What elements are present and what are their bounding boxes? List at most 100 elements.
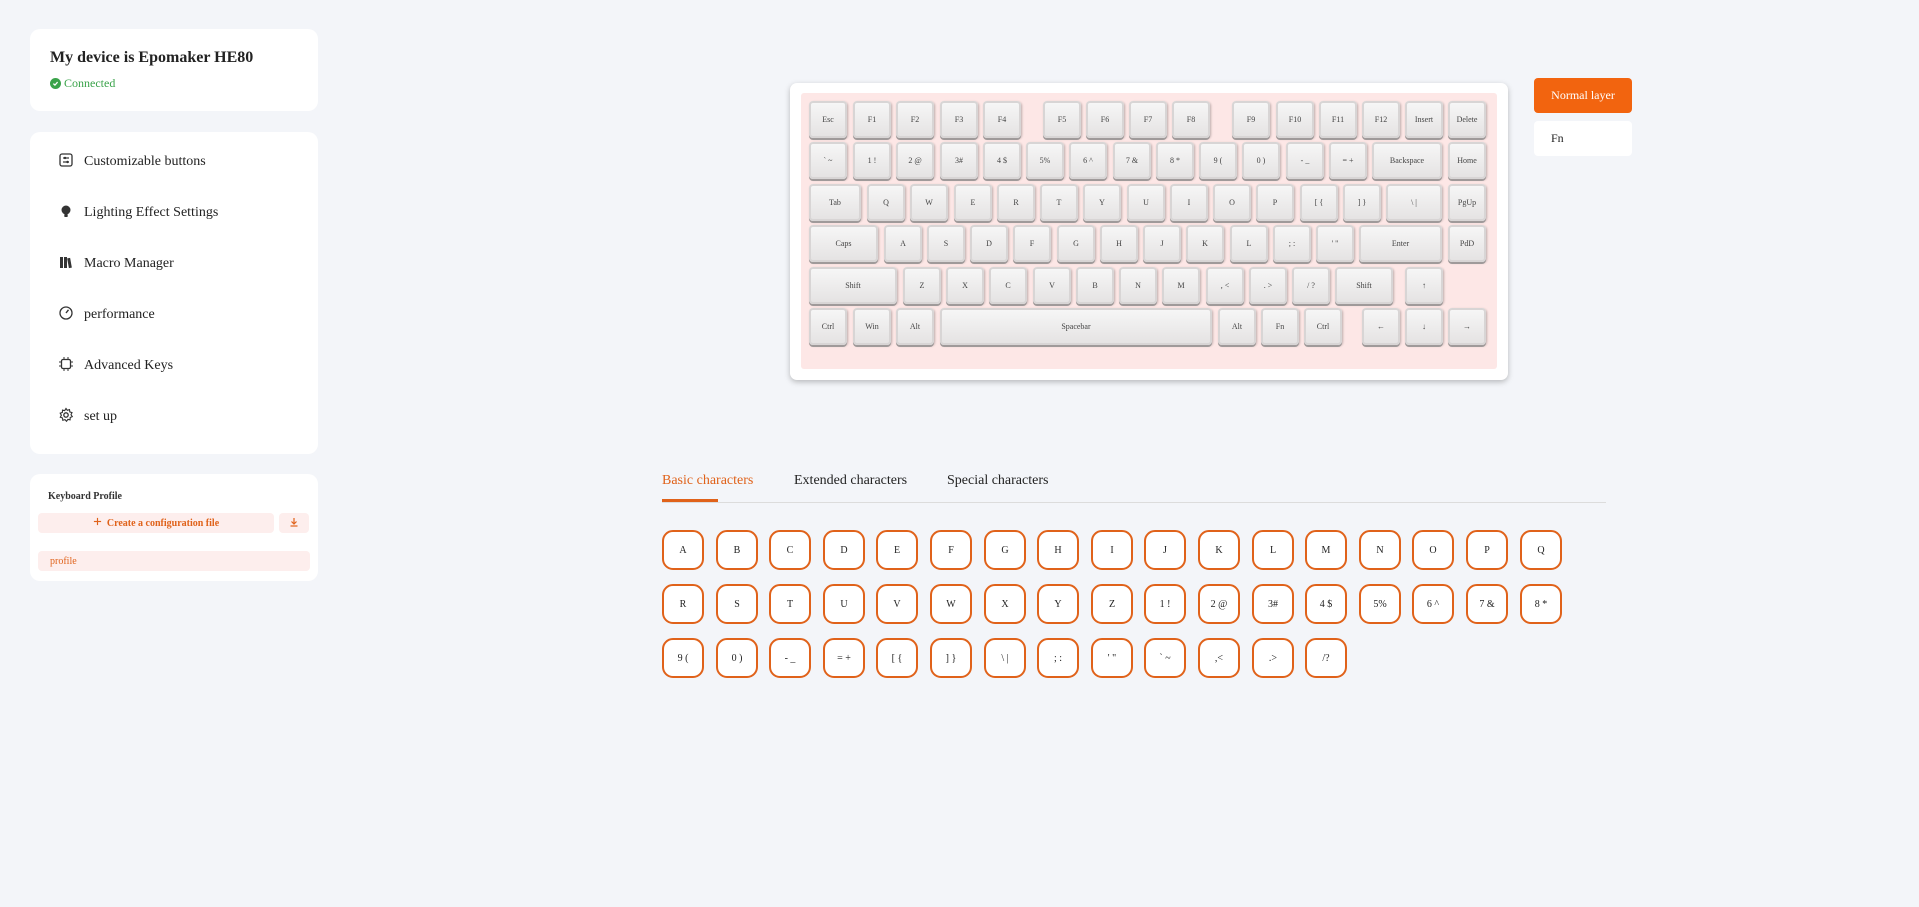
key-f6[interactable]: F6 <box>1086 101 1124 138</box>
key-t[interactable]: T <box>1040 184 1078 221</box>
key-k[interactable]: K <box>1186 225 1224 262</box>
tab-extended-characters[interactable]: Extended characters <box>794 473 907 489</box>
key-f[interactable]: F <box>1013 225 1051 262</box>
key-spacebar[interactable]: Spacebar <box>940 308 1212 345</box>
character-key[interactable]: B <box>716 530 758 570</box>
key-ctrl[interactable]: Ctrl <box>809 308 847 345</box>
key-pdd[interactable]: PdD <box>1448 225 1486 262</box>
key-z[interactable]: Z <box>903 267 941 304</box>
character-key[interactable]: - _ <box>769 638 811 678</box>
key-2[interactable]: 2 @ <box>896 142 934 179</box>
key-[interactable]: → <box>1448 308 1486 345</box>
key-p[interactable]: P <box>1256 184 1294 221</box>
key-1[interactable]: 1 ! <box>853 142 891 179</box>
key-a[interactable]: A <box>884 225 922 262</box>
key-s[interactable]: S <box>927 225 965 262</box>
key-m[interactable]: M <box>1162 267 1200 304</box>
character-key[interactable]: ; : <box>1037 638 1079 678</box>
character-key[interactable]: D <box>823 530 865 570</box>
key-[interactable]: ← <box>1362 308 1400 345</box>
key-insert[interactable]: Insert <box>1405 101 1443 138</box>
character-key[interactable]: 3# <box>1252 584 1294 624</box>
key-alt[interactable]: Alt <box>1218 308 1256 345</box>
key-shift[interactable]: Shift <box>1335 267 1393 304</box>
key-j[interactable]: J <box>1143 225 1181 262</box>
key-[interactable]: = + <box>1329 142 1367 179</box>
key-[interactable]: \ | <box>1386 184 1442 221</box>
key-tab[interactable]: Tab <box>809 184 861 221</box>
character-key[interactable]: M <box>1305 530 1347 570</box>
key-x[interactable]: X <box>946 267 984 304</box>
character-key[interactable]: V <box>876 584 918 624</box>
key-n[interactable]: N <box>1119 267 1157 304</box>
tab-basic-characters[interactable]: Basic characters <box>662 473 753 489</box>
character-key[interactable]: N <box>1359 530 1401 570</box>
key-f8[interactable]: F8 <box>1172 101 1210 138</box>
character-key[interactable]: I <box>1091 530 1133 570</box>
key-win[interactable]: Win <box>853 308 891 345</box>
character-key[interactable]: 6 ^ <box>1412 584 1454 624</box>
key-q[interactable]: Q <box>867 184 905 221</box>
character-key[interactable]: X <box>984 584 1026 624</box>
key-y[interactable]: Y <box>1083 184 1121 221</box>
key-v[interactable]: V <box>1033 267 1071 304</box>
key-f7[interactable]: F7 <box>1129 101 1167 138</box>
key-[interactable]: ' " <box>1316 225 1354 262</box>
key-[interactable]: . > <box>1249 267 1287 304</box>
character-key[interactable]: 2 @ <box>1198 584 1240 624</box>
character-key[interactable]: U <box>823 584 865 624</box>
character-key[interactable]: 0 ) <box>716 638 758 678</box>
normal-layer-button[interactable]: Normal layer <box>1534 78 1632 113</box>
character-key[interactable]: 5% <box>1359 584 1401 624</box>
key-[interactable]: / ? <box>1292 267 1330 304</box>
key-b[interactable]: B <box>1076 267 1114 304</box>
character-key[interactable]: G <box>984 530 1026 570</box>
sidebar-item-performance[interactable]: performance <box>58 300 308 330</box>
character-key[interactable]: Q <box>1520 530 1562 570</box>
key-4[interactable]: 4 $ <box>983 142 1021 179</box>
key-9[interactable]: 9 ( <box>1199 142 1237 179</box>
key-[interactable]: ↓ <box>1405 308 1443 345</box>
key-8[interactable]: 8 * <box>1156 142 1194 179</box>
character-key[interactable]: K <box>1198 530 1240 570</box>
key-delete[interactable]: Delete <box>1448 101 1486 138</box>
key-r[interactable]: R <box>997 184 1035 221</box>
key-f10[interactable]: F10 <box>1276 101 1314 138</box>
character-key[interactable]: Z <box>1091 584 1133 624</box>
key-u[interactable]: U <box>1127 184 1165 221</box>
character-key[interactable]: = + <box>823 638 865 678</box>
character-key[interactable]: .> <box>1252 638 1294 678</box>
key-d[interactable]: D <box>970 225 1008 262</box>
sidebar-item-set-up[interactable]: set up <box>58 402 308 432</box>
key-enter[interactable]: Enter <box>1359 225 1442 262</box>
character-key[interactable]: /? <box>1305 638 1347 678</box>
tab-special-characters[interactable]: Special characters <box>947 473 1048 489</box>
key-ctrl[interactable]: Ctrl <box>1304 308 1342 345</box>
character-key[interactable]: 4 $ <box>1305 584 1347 624</box>
character-key[interactable]: H <box>1037 530 1079 570</box>
character-key[interactable]: J <box>1144 530 1186 570</box>
key-f1[interactable]: F1 <box>853 101 891 138</box>
fn-layer-button[interactable]: Fn <box>1534 121 1632 156</box>
sidebar-item-advanced-keys[interactable]: Advanced Keys <box>58 351 308 381</box>
key-[interactable]: [ { <box>1300 184 1338 221</box>
character-key[interactable]: L <box>1252 530 1294 570</box>
character-key[interactable]: C <box>769 530 811 570</box>
key-5[interactable]: 5% <box>1026 142 1064 179</box>
sidebar-item-lighting-effect-settings[interactable]: Lighting Effect Settings <box>58 198 308 228</box>
character-key[interactable]: W <box>930 584 972 624</box>
key-alt[interactable]: Alt <box>896 308 934 345</box>
character-key[interactable]: A <box>662 530 704 570</box>
character-key[interactable]: ' " <box>1091 638 1133 678</box>
key-0[interactable]: 0 ) <box>1242 142 1280 179</box>
character-key[interactable]: 7 & <box>1466 584 1508 624</box>
character-key[interactable]: R <box>662 584 704 624</box>
key-w[interactable]: W <box>910 184 948 221</box>
key-[interactable]: ] } <box>1343 184 1381 221</box>
key-f11[interactable]: F11 <box>1319 101 1357 138</box>
create-configuration-button[interactable]: Create a configuration file <box>38 513 274 533</box>
key-home[interactable]: Home <box>1448 142 1486 179</box>
character-key[interactable]: T <box>769 584 811 624</box>
key-f2[interactable]: F2 <box>896 101 934 138</box>
character-key[interactable]: ] } <box>930 638 972 678</box>
